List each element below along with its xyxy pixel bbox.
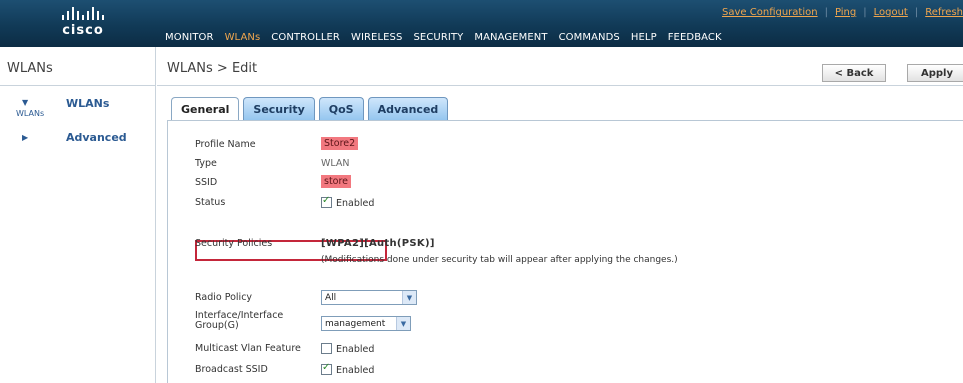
nav-security[interactable]: SECURITY [413, 32, 463, 43]
security-policies-label: Security Policies [195, 238, 273, 249]
sidebar-item-label: WLANs [66, 97, 110, 110]
apply-button[interactable]: Apply [907, 64, 963, 82]
tab-advanced[interactable]: Advanced [367, 97, 449, 120]
status-enabled-text: Enabled [336, 198, 375, 209]
radio-policy-value: All [325, 292, 337, 303]
save-configuration-link[interactable]: Save Configuration [722, 7, 818, 18]
status-checkbox[interactable] [321, 195, 332, 208]
security-policies-value: [WPA2][Auth(PSK)] [321, 238, 435, 249]
utility-links: Save Configuration | Ping | Logout | Ref… [722, 7, 963, 18]
nav-controller[interactable]: CONTROLLER [271, 32, 340, 43]
nav-wireless[interactable]: WIRELESS [351, 32, 403, 43]
radio-policy-label: Radio Policy [195, 292, 253, 303]
sidebar-subitem-wlans[interactable]: WLANs [16, 109, 44, 118]
multicast-vlan-checkbox[interactable] [321, 343, 332, 354]
sidebar-item-advanced[interactable]: ▶ Advanced [0, 131, 156, 145]
triangle-right-icon: ▶ [22, 133, 29, 142]
top-header-bar: cisco Save Configuration | Ping | Logout… [0, 0, 963, 47]
multicast-vlan-field: Enabled [321, 343, 374, 355]
sidebar-title: WLANs [7, 61, 53, 76]
multicast-vlan-label: Multicast Vlan Feature [195, 343, 301, 354]
chevron-down-icon: ▼ [402, 291, 416, 304]
radio-policy-select[interactable]: All ▼ [321, 290, 417, 305]
separator: | [863, 7, 867, 18]
sidebar: WLANs ▼ WLANs WLANs ▶ Advanced [0, 47, 156, 383]
status-label: Status [195, 197, 226, 208]
nav-management[interactable]: MANAGEMENT [474, 32, 547, 43]
cisco-logo: cisco [40, 6, 126, 42]
ssid-label: SSID [195, 177, 218, 188]
broadcast-ssid-enabled-text: Enabled [336, 365, 375, 376]
main-nav: MONITOR WLANs CONTROLLER WIRELESS SECURI… [165, 32, 722, 43]
broadcast-ssid-label: Broadcast SSID [195, 364, 268, 375]
refresh-link[interactable]: Refresh [925, 7, 963, 18]
page-title: WLANs > Edit [167, 61, 258, 76]
type-value: WLAN [321, 158, 350, 169]
ssid-value: store [321, 175, 352, 188]
type-label: Type [195, 158, 217, 169]
nav-wlans[interactable]: WLANs [225, 32, 261, 43]
back-button[interactable]: < Back [822, 64, 886, 82]
tab-qos[interactable]: QoS [318, 97, 364, 120]
broadcast-ssid-field: Enabled [321, 362, 375, 376]
main-content: WLANs > Edit < Back Apply General Securi… [157, 47, 963, 383]
nav-feedback[interactable]: FEEDBACK [668, 32, 722, 43]
sidebar-divider [0, 85, 155, 86]
multicast-vlan-enabled-text: Enabled [336, 344, 375, 355]
title-divider [157, 85, 963, 86]
ping-link[interactable]: Ping [835, 7, 856, 18]
nav-help[interactable]: HELP [631, 32, 657, 43]
separator: | [914, 7, 919, 18]
broadcast-ssid-checkbox[interactable] [321, 362, 332, 375]
security-policies-note: (Modifications done under security tab w… [321, 255, 678, 265]
profile-name-label: Profile Name [195, 139, 256, 150]
interface-label: Interface/Interface Group(G) [195, 310, 284, 331]
separator: | [824, 7, 828, 18]
sidebar-item-label: Advanced [66, 131, 127, 144]
interface-select[interactable]: management ▼ [321, 316, 411, 331]
triangle-down-icon: ▼ [22, 98, 29, 107]
nav-monitor[interactable]: MONITOR [165, 32, 214, 43]
logo-text: cisco [62, 23, 104, 38]
tab-security[interactable]: Security [243, 97, 315, 120]
interface-value: management [325, 318, 386, 329]
logout-link[interactable]: Logout [874, 7, 908, 18]
chevron-down-icon: ▼ [396, 317, 410, 330]
profile-name-value: Store2 [321, 137, 359, 150]
nav-commands[interactable]: COMMANDS [559, 32, 620, 43]
tab-bar: General Security QoS Advanced [171, 97, 449, 121]
tab-general[interactable]: General [171, 97, 240, 121]
status-field: Enabled [321, 195, 375, 209]
